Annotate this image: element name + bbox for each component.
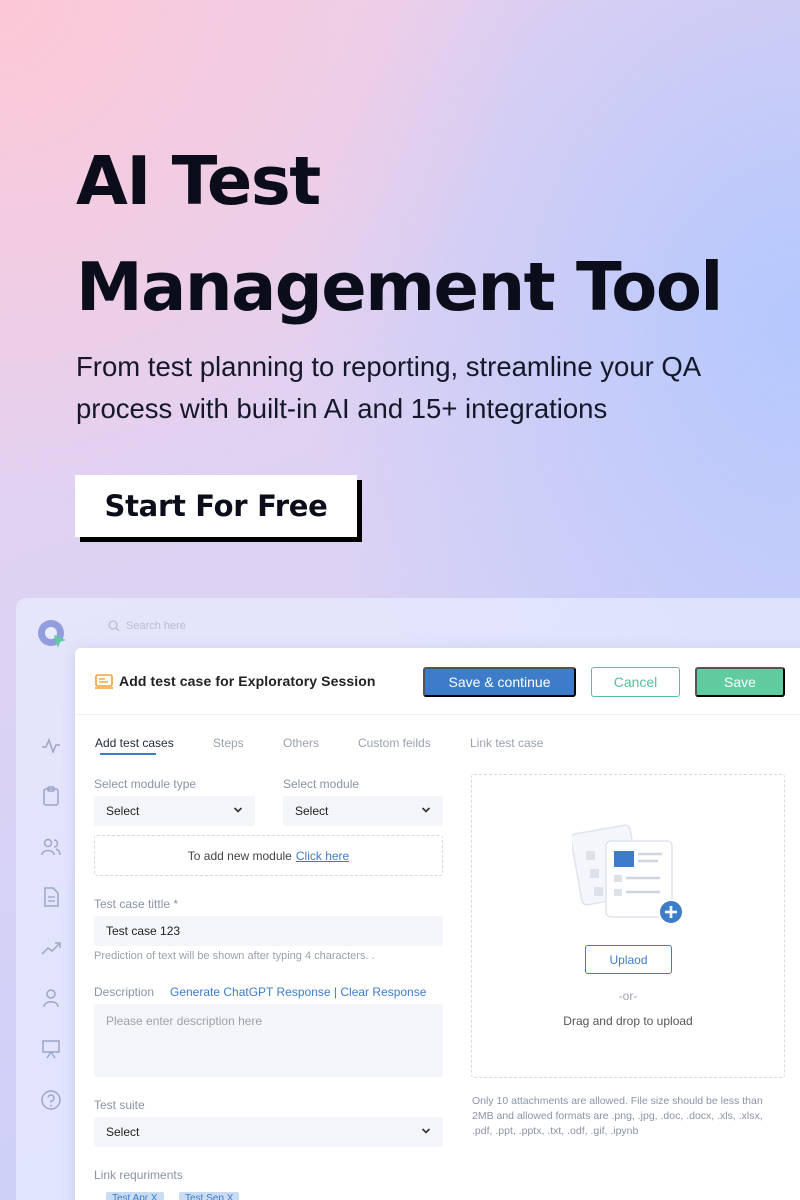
clipboard-icon[interactable] <box>40 785 62 807</box>
tab-add-test-cases[interactable]: Add test cases <box>95 736 174 750</box>
active-tab-indicator <box>100 753 156 755</box>
person-icon[interactable] <box>40 987 62 1009</box>
upload-drag-text: Drag and drop to upload <box>563 1014 693 1028</box>
description-textarea[interactable]: Please enter description here <box>94 1004 443 1077</box>
module-type-select[interactable]: Select <box>94 796 255 826</box>
add-module-box: To add new module Click here <box>94 835 443 876</box>
test-suite-select[interactable]: Select <box>94 1117 443 1147</box>
add-module-link[interactable]: Click here <box>296 849 349 863</box>
test-case-title-label: Test case tittle * <box>94 897 179 911</box>
add-test-case-modal: Add test case for Exploratory Session Sa… <box>75 648 800 1200</box>
help-icon[interactable] <box>40 1089 62 1111</box>
tab-custom-fields[interactable]: Custom feilds <box>358 736 431 750</box>
description-actions: Generate ChatGPT Response | Clear Respon… <box>170 985 426 999</box>
app-search[interactable]: Search here <box>108 620 186 632</box>
link-requirements-label: Link requriments <box>94 1168 183 1182</box>
description-placeholder: Please enter description here <box>106 1014 263 1028</box>
test-suite-value: Select <box>106 1125 140 1139</box>
test-case-title-hint: Prediction of text will be shown after t… <box>94 950 375 962</box>
module-type-value: Select <box>106 804 140 818</box>
upload-dropzone[interactable]: Uplaod -or- Drag and drop to upload <box>471 774 785 1078</box>
test-case-title-input[interactable]: Test case 123 <box>94 916 443 946</box>
chevron-down-icon <box>421 807 431 813</box>
module-select[interactable]: Select <box>283 796 443 826</box>
clear-response-link[interactable]: Clear Response <box>340 985 426 999</box>
upload-or-text: -or- <box>618 989 638 1003</box>
module-value: Select <box>295 804 329 818</box>
users-icon[interactable] <box>40 836 62 858</box>
requirement-chip[interactable]: Test Sep X <box>179 1192 240 1200</box>
hero-title-line2: Management Tool <box>76 248 723 326</box>
save-continue-button[interactable]: Save & continue <box>423 667 576 697</box>
module-type-label: Select module type <box>94 777 197 791</box>
start-for-free-button[interactable]: Start For Free <box>75 475 357 537</box>
save-button[interactable]: Save <box>695 667 785 697</box>
search-placeholder: Search here <box>126 620 186 632</box>
test-case-title-value: Test case 123 <box>106 924 181 938</box>
test-suite-label: Test suite <box>94 1098 145 1112</box>
modal-title: Add test case for Exploratory Session <box>119 673 376 689</box>
document-icon[interactable] <box>40 886 62 908</box>
app-logo-icon <box>38 620 66 648</box>
upload-button[interactable]: Uplaod <box>585 945 672 974</box>
add-module-text: To add new module <box>187 848 292 863</box>
tab-steps[interactable]: Steps <box>213 736 244 750</box>
description-link-separator: | <box>333 985 338 999</box>
tab-others[interactable]: Others <box>283 736 319 750</box>
exploratory-session-icon <box>95 674 113 689</box>
upload-note: Only 10 attachments are allowed. File si… <box>472 1095 763 1137</box>
cancel-button[interactable]: Cancel <box>591 667 680 697</box>
presentation-icon[interactable] <box>40 1038 62 1060</box>
trending-icon[interactable] <box>40 937 62 959</box>
chevron-down-icon <box>233 807 243 813</box>
hero-title: AI Test Management Tool <box>76 128 723 340</box>
tab-link-test-case[interactable]: Link test case <box>470 736 543 750</box>
chevron-down-icon <box>421 1128 431 1134</box>
module-label: Select module <box>283 777 360 791</box>
generate-chatgpt-link[interactable]: Generate ChatGPT Response <box>170 985 331 999</box>
file-upload-illustration-icon <box>572 824 684 925</box>
requirement-chip[interactable]: Test Apr X <box>106 1192 164 1200</box>
modal-header: Add test case for Exploratory Session Sa… <box>75 648 800 715</box>
search-icon <box>108 620 120 632</box>
hero-title-line1: AI Test <box>76 142 321 220</box>
hero-subtitle: From test planning to reporting, streaml… <box>76 351 700 424</box>
activity-icon[interactable] <box>40 735 62 757</box>
description-label: Description <box>94 985 155 999</box>
